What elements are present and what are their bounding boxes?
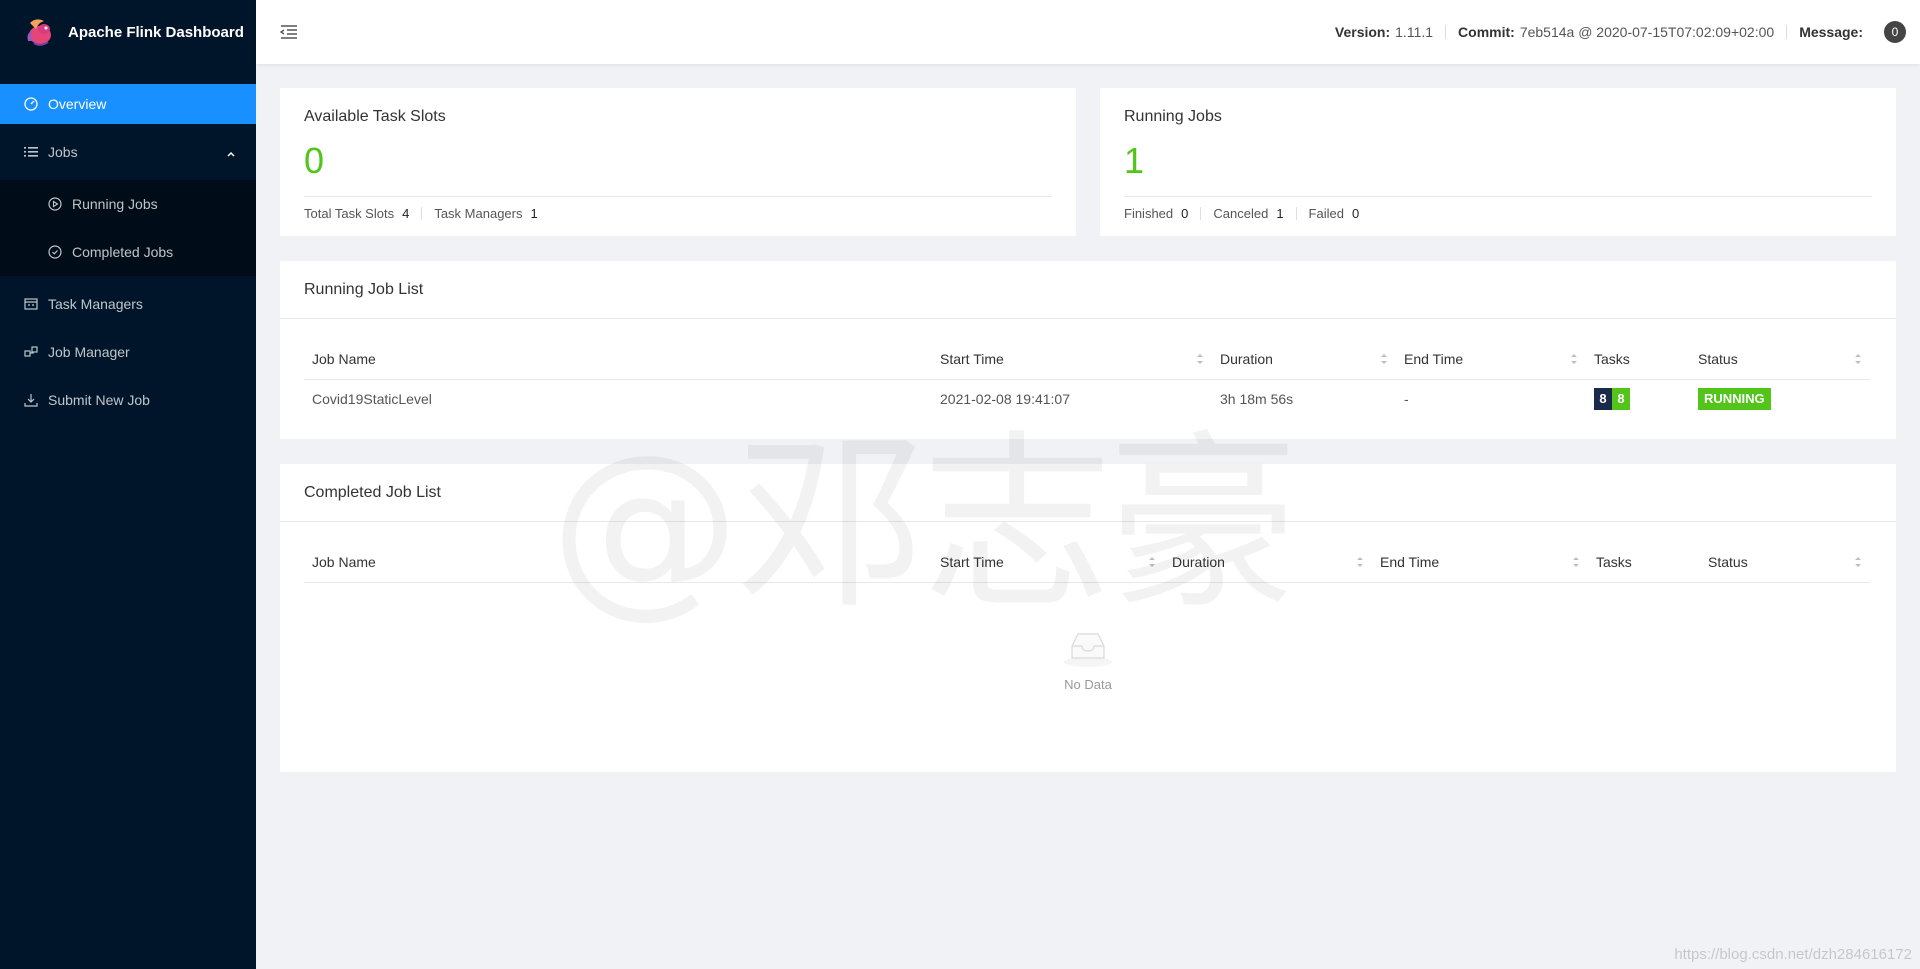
- sidebar-item-label: Overview: [48, 96, 107, 112]
- table-header-row: Job Name Start Time Duration End Time Ta…: [304, 542, 1870, 583]
- column-header[interactable]: Job Name: [304, 542, 932, 583]
- flink-squirrel-icon: [22, 15, 56, 49]
- available-task-slots-card: Available Task Slots 0 Total Task Slots …: [280, 88, 1076, 236]
- app-title: Apache Flink Dashboard: [68, 23, 244, 41]
- card-title: Running Jobs: [1124, 108, 1222, 125]
- table-row[interactable]: Covid19StaticLevel 2021-02-08 19:41:07 3…: [304, 379, 1870, 419]
- sidebar-item-label: Job Manager: [48, 344, 130, 360]
- message-label: Message:: [1799, 24, 1863, 40]
- header-info: Version: 1.11.1 Commit: 7eb514a @ 2020-0…: [1335, 21, 1920, 43]
- version-value: 1.11.1: [1395, 24, 1434, 40]
- column-header-status[interactable]: Status: [1700, 542, 1870, 583]
- sort-icon[interactable]: [1196, 352, 1204, 366]
- task-managers-value: 1: [530, 206, 538, 221]
- sidebar-item-job-manager[interactable]: Job Manager: [0, 332, 256, 372]
- finished-label: Finished: [1124, 206, 1174, 221]
- column-header[interactable]: Job Name: [304, 339, 932, 380]
- total-task-slots-label: Total Task Slots: [304, 206, 395, 221]
- status-badge: RUNNING: [1698, 388, 1771, 411]
- play-circle-icon: [48, 197, 62, 211]
- canceled-label: Canceled: [1213, 206, 1269, 221]
- watermark-url: https://blog.csdn.net/dzh284616172: [1674, 946, 1912, 963]
- column-header: Tasks: [1588, 542, 1700, 583]
- column-header-duration[interactable]: Duration: [1164, 542, 1372, 583]
- duration-cell: 3h 18m 56s: [1220, 391, 1294, 408]
- task-slot-stats: Total Task Slots 4 Task Managers 1: [304, 206, 538, 221]
- sidebar-item-jobs[interactable]: Jobs: [0, 132, 256, 172]
- card-title: Running Job List: [304, 280, 424, 298]
- upload-icon: [24, 393, 38, 407]
- sidebar-item-label: Submit New Job: [48, 392, 150, 408]
- tasks-total: 8: [1594, 388, 1612, 411]
- sort-icon[interactable]: [1854, 555, 1862, 569]
- logo[interactable]: Apache Flink Dashboard: [0, 0, 256, 64]
- no-data-text: No Data: [1064, 677, 1112, 692]
- running-job-list-card: Running Job List Job Name Start Time Dur…: [280, 261, 1896, 439]
- inbox-icon: [280, 628, 1896, 671]
- sidebar-item-running-jobs[interactable]: Running Jobs: [0, 180, 256, 228]
- sidebar-menu: Overview Jobs Running Jobs Completed Job…: [0, 84, 256, 420]
- sidebar: Apache Flink Dashboard Overview Jobs Run…: [0, 0, 256, 969]
- column-header-start-time[interactable]: Start Time: [932, 339, 1212, 380]
- version-label: Version:: [1334, 24, 1391, 40]
- sort-icon[interactable]: [1380, 352, 1388, 366]
- tasks-cell: 8 8: [1586, 379, 1690, 419]
- sort-icon[interactable]: [1854, 352, 1862, 366]
- task-managers-label: Task Managers: [434, 206, 523, 221]
- job-name-cell[interactable]: Covid19StaticLevel: [304, 379, 932, 419]
- canceled-value: 1: [1276, 206, 1284, 221]
- check-circle-icon: [48, 245, 62, 259]
- tasks-running: 8: [1612, 388, 1630, 411]
- job-stats: Finished 0 Canceled 1 Failed 0: [1124, 206, 1359, 221]
- start-time-cell: 2021-02-08 19:41:07: [940, 391, 1070, 408]
- dashboard-icon: [24, 97, 38, 111]
- list-icon: [24, 145, 38, 159]
- sidebar-item-label: Jobs: [48, 144, 78, 160]
- sidebar-item-task-managers[interactable]: Task Managers: [0, 284, 256, 324]
- running-jobs-value: 1: [1124, 140, 1145, 181]
- card-title: Completed Job List: [304, 483, 441, 501]
- failed-label: Failed: [1308, 206, 1344, 221]
- sort-icon[interactable]: [1572, 555, 1580, 569]
- column-header-status[interactable]: Status: [1690, 339, 1870, 380]
- commit-label: Commit:: [1458, 24, 1515, 40]
- jobs-submenu: Running Jobs Completed Jobs: [0, 180, 256, 276]
- failed-value: 0: [1351, 206, 1360, 221]
- message-count-badge[interactable]: 0: [1884, 21, 1906, 43]
- available-slots-value: 0: [304, 140, 325, 181]
- empty-state: No Data: [280, 628, 1896, 692]
- sidebar-item-completed-jobs[interactable]: Completed Jobs: [0, 228, 256, 276]
- cluster-icon: [24, 345, 38, 359]
- column-header-end-time[interactable]: End Time: [1396, 339, 1586, 380]
- sort-icon[interactable]: [1570, 352, 1578, 366]
- completed-job-table: Job Name Start Time Duration End Time Ta…: [304, 542, 1870, 583]
- total-task-slots-value: 4: [402, 206, 410, 221]
- running-job-table: Job Name Start Time Duration End Time Ta…: [304, 339, 1870, 419]
- status-cell: RUNNING: [1690, 379, 1870, 419]
- end-time-cell: -: [1404, 391, 1409, 408]
- menu-fold-icon[interactable]: [279, 23, 298, 41]
- running-jobs-card: Running Jobs 1 Finished 0 Canceled 1 Fai…: [1100, 88, 1896, 236]
- schedule-icon: [24, 297, 38, 311]
- sidebar-item-submit-new-job[interactable]: Submit New Job: [0, 380, 256, 420]
- card-title: Available Task Slots: [304, 108, 446, 125]
- table-header-row: Job Name Start Time Duration End Time Ta…: [304, 339, 1870, 380]
- sort-icon[interactable]: [1148, 555, 1156, 569]
- column-header: Tasks: [1586, 339, 1690, 380]
- column-header-start-time[interactable]: Start Time: [932, 542, 1164, 583]
- completed-job-list-card: Completed Job List Job Name Start Time D…: [280, 464, 1896, 772]
- sidebar-item-label: Completed Jobs: [72, 244, 174, 260]
- sidebar-item-label: Running Jobs: [72, 196, 158, 212]
- sidebar-item-label: Task Managers: [48, 296, 143, 312]
- column-header-end-time[interactable]: End Time: [1372, 542, 1588, 583]
- sort-icon[interactable]: [1356, 555, 1364, 569]
- column-header-duration[interactable]: Duration: [1212, 339, 1396, 380]
- chevron-up-icon: [226, 146, 236, 162]
- sidebar-item-overview[interactable]: Overview: [0, 84, 256, 124]
- commit-value: 7eb514a @ 2020-07-15T07:02:09+02:00: [1519, 24, 1775, 40]
- tasks-badge: 8 8: [1594, 388, 1630, 411]
- top-header: Version: 1.11.1 Commit: 7eb514a @ 2020-0…: [256, 0, 1920, 64]
- finished-value: 0: [1181, 206, 1189, 221]
